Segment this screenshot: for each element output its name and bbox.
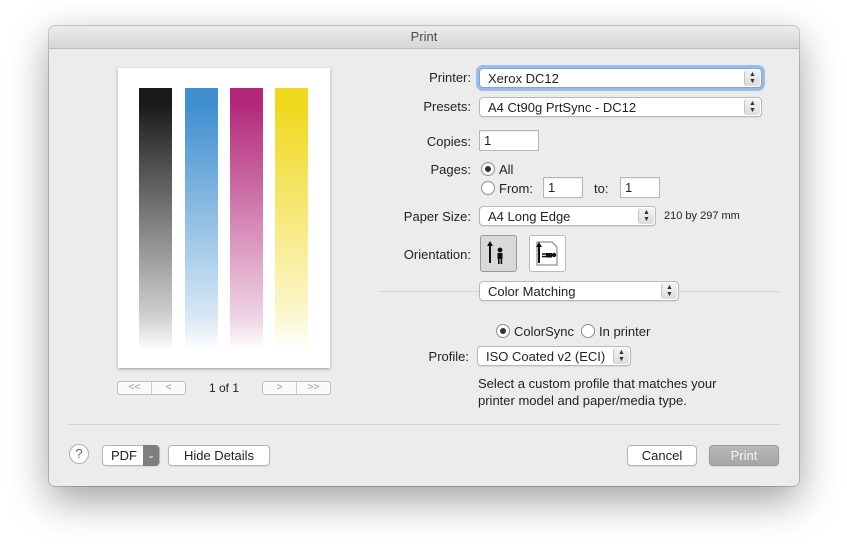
in-printer-label: In printer — [599, 324, 651, 339]
profile-value: ISO Coated v2 (ECI) — [486, 349, 606, 364]
printer-popup[interactable]: Xerox DC12 ▲ ▼ — [479, 68, 762, 88]
section-value: Color Matching — [488, 284, 576, 299]
magenta-bar — [230, 88, 263, 350]
section-popup[interactable]: Color Matching ▲ ▼ — [479, 281, 679, 301]
paper-size-value: A4 Long Edge — [488, 209, 571, 224]
copies-label: Copies: — [426, 134, 471, 149]
preview-nav-forward: > >> — [262, 381, 331, 395]
print-preview — [118, 68, 330, 368]
portrait-orientation-button[interactable] — [480, 235, 517, 272]
chevron-updown-icon: ▲ ▼ — [613, 348, 629, 364]
profile-popup[interactable]: ISO Coated v2 (ECI) ▲ ▼ — [477, 346, 631, 366]
next-page-button[interactable]: > — [263, 382, 296, 394]
black-bar — [139, 88, 172, 350]
in-printer-radio[interactable] — [581, 324, 595, 338]
profile-label: Profile: — [428, 349, 469, 364]
window-title: Print — [49, 26, 799, 49]
pages-all-radio[interactable] — [481, 162, 495, 176]
cancel-button[interactable]: Cancel — [627, 445, 697, 466]
yellow-bar — [275, 88, 308, 350]
presets-value: A4 Ct90g PrtSync - DC12 — [488, 100, 637, 115]
last-page-button[interactable]: >> — [296, 382, 330, 394]
presets-popup[interactable]: A4 Ct90g PrtSync - DC12 ▲ ▼ — [479, 97, 762, 117]
pages-to-field[interactable]: 1 — [620, 177, 660, 198]
page-indicator: 1 of 1 — [208, 381, 240, 395]
pages-from-field[interactable]: 1 — [543, 177, 583, 198]
help-button[interactable]: ? — [69, 444, 89, 464]
landscape-icon — [536, 241, 558, 266]
printer-label: Printer: — [429, 70, 471, 85]
print-dialog: Print << < 1 of 1 > >> Printer: Xerox DC… — [49, 26, 799, 486]
pages-to-label: to: — [594, 181, 609, 196]
profile-hint-line2: printer model and paper/media type. — [478, 393, 687, 408]
chevron-updown-icon: ▲ ▼ — [661, 283, 677, 299]
paper-size-label: Paper Size: — [403, 209, 471, 224]
cyan-bar — [185, 88, 218, 350]
colorsync-label: ColorSync — [514, 324, 574, 339]
pages-from-radio[interactable] — [481, 181, 495, 195]
portrait-icon — [487, 241, 503, 264]
chevron-down-icon: ⌄ — [143, 445, 159, 466]
first-page-button[interactable]: << — [118, 382, 151, 394]
print-button[interactable]: Print — [709, 445, 779, 466]
pages-all-label: All — [499, 162, 514, 177]
pdf-menu-button[interactable]: PDF ⌄ — [102, 445, 160, 466]
copies-field[interactable]: 1 — [479, 130, 539, 151]
colorsync-radio[interactable] — [496, 324, 510, 338]
presets-label: Presets: — [423, 99, 471, 114]
profile-hint-line1: Select a custom profile that matches you… — [478, 376, 717, 391]
paper-size-dimensions: 210 by 297 mm — [664, 210, 740, 222]
footer-separator — [69, 424, 779, 425]
previous-page-button[interactable]: < — [151, 382, 185, 394]
hide-details-button[interactable]: Hide Details — [168, 445, 270, 466]
paper-size-popup[interactable]: A4 Long Edge ▲ ▼ — [479, 206, 656, 226]
preview-nav-back: << < — [117, 381, 186, 395]
pages-label: Pages: — [430, 162, 471, 177]
pages-from-label: From: — [499, 181, 533, 196]
chevron-updown-icon: ▲ ▼ — [744, 70, 760, 86]
printer-value: Xerox DC12 — [488, 71, 559, 86]
chevron-updown-icon: ▲ ▼ — [638, 208, 654, 224]
orientation-label: Orientation: — [403, 247, 471, 262]
landscape-orientation-button[interactable] — [529, 235, 566, 272]
pdf-label: PDF — [111, 448, 137, 463]
chevron-updown-icon: ▲ ▼ — [744, 99, 760, 115]
